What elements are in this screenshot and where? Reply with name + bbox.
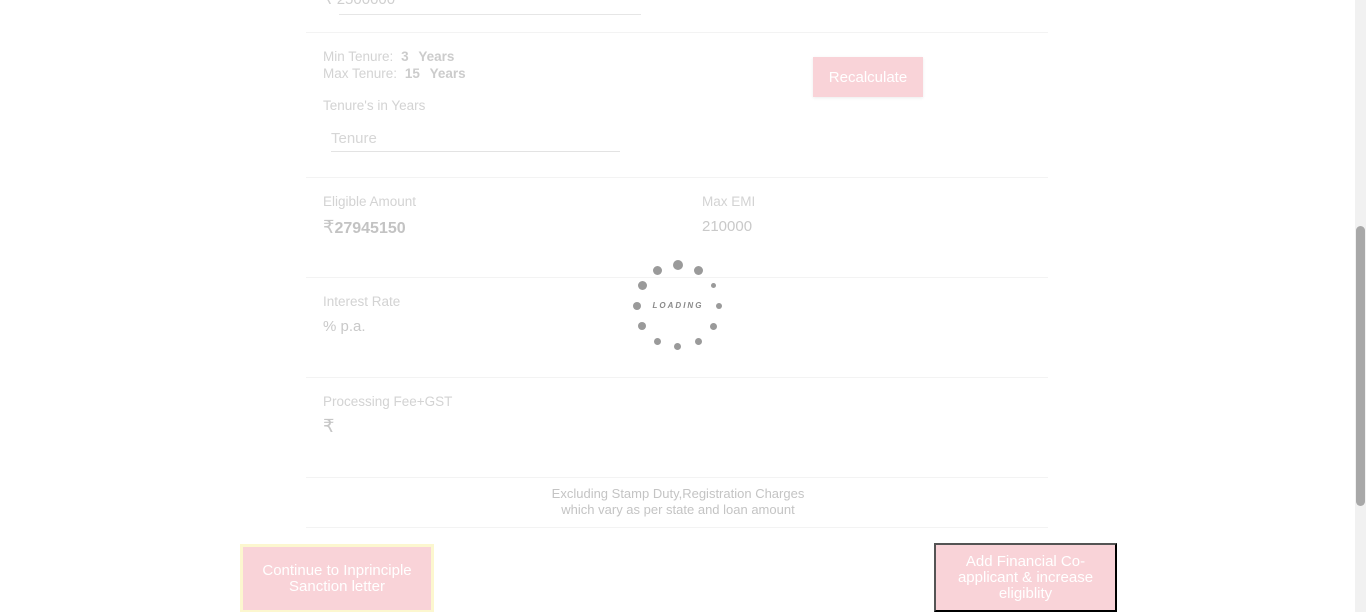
min-tenure: Min Tenure: 3 Years <box>323 49 455 64</box>
eligible-amount-value: ₹27945150 <box>323 217 406 237</box>
interest-rate-label: Interest Rate <box>323 294 401 309</box>
section-divider <box>306 477 1048 478</box>
loading-spinner: LOADING <box>628 256 728 356</box>
loan-amount-value: ₹ 2500000 <box>323 0 395 8</box>
processing-fee-value: ₹ <box>323 416 334 437</box>
max-emi-label: Max EMI <box>702 194 756 209</box>
loan-amount-underline <box>339 14 641 15</box>
continue-sanction-letter-button[interactable]: Continue to Inprinciple Sanction letter <box>240 544 434 612</box>
charges-note: Excluding Stamp Duty,Registration Charge… <box>551 486 805 517</box>
add-coapplicant-button[interactable]: Add Financial Co-applicant & increase el… <box>934 543 1117 612</box>
rupee-icon: ₹ <box>323 0 333 8</box>
section-divider <box>306 177 1048 178</box>
spinner-dot <box>638 281 647 290</box>
section-divider <box>306 527 1048 528</box>
spinner-dot <box>694 266 703 275</box>
max-tenure: Max Tenure: 15 Years <box>323 66 466 81</box>
section-divider <box>306 377 1048 378</box>
scrollbar-thumb[interactable] <box>1356 226 1365 506</box>
interest-rate-value: % p.a. <box>323 318 366 335</box>
rupee-icon: ₹ <box>323 416 335 436</box>
recalculate-button[interactable]: Recalculate <box>813 57 923 97</box>
section-divider <box>306 32 1048 33</box>
spinner-dot <box>654 338 661 345</box>
page: ₹ 2500000 Min Tenure: 3 Years Max Tenure… <box>0 0 1366 612</box>
spinner-dot <box>710 323 717 330</box>
spinner-dot <box>711 283 716 288</box>
processing-fee-label: Processing Fee+GST <box>323 394 453 409</box>
spinner-dot <box>653 266 662 275</box>
spinner-dot <box>695 338 702 345</box>
rupee-icon: ₹ <box>323 217 335 237</box>
eligible-amount-label: Eligible Amount <box>323 194 417 209</box>
tenure-input[interactable] <box>331 125 620 152</box>
tenure-field-label: Tenure's in Years <box>323 98 426 113</box>
spinner-dot <box>674 343 681 350</box>
spinner-dot <box>638 322 646 330</box>
spinner-dot <box>673 260 683 270</box>
max-emi-value: 210000 <box>702 218 753 235</box>
loading-text: LOADING <box>652 301 704 310</box>
